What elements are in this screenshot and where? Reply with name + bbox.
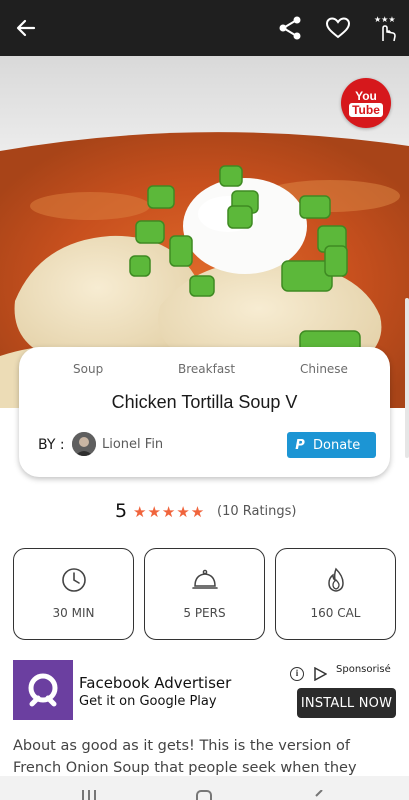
author-name[interactable]: Lionel Fin <box>102 437 163 452</box>
ad-app-logo[interactable] <box>13 660 73 720</box>
ad-info-icon[interactable]: i <box>290 667 304 681</box>
rating-count: (10 Ratings) <box>217 504 297 519</box>
clock-icon <box>62 568 86 592</box>
scroll-indicator <box>405 298 409 458</box>
youtube-button[interactable]: You Tube <box>341 78 391 128</box>
recipe-title: Chicken Tortilla Soup V <box>111 392 298 412</box>
heart-icon <box>325 17 351 39</box>
install-now-button[interactable]: INSTALL NOW <box>297 688 396 718</box>
recent-apps-icon[interactable] <box>80 790 98 800</box>
donate-button[interactable]: P Donate <box>287 432 376 458</box>
youtube-logo-text: You <box>355 88 377 103</box>
stat-time: 30 MIN <box>13 548 134 640</box>
hand-stars-icon: ★★★ <box>374 15 396 42</box>
recipe-info-card: Soup Breakfast Chinese Chicken Tortilla … <box>19 347 390 477</box>
rating-stars[interactable]: ★★★★★ <box>133 503 205 521</box>
youtube-logo-text-tube: Tube <box>349 102 383 117</box>
tag-soup[interactable]: Soup <box>73 362 103 376</box>
ad-subtitle: Get it on Google Play <box>79 694 217 709</box>
tag-chinese[interactable]: Chinese <box>300 362 348 376</box>
rate-button[interactable]: ★★★ <box>372 14 400 42</box>
top-app-bar: ★★★ <box>0 0 409 56</box>
favorite-button[interactable] <box>324 14 352 42</box>
by-label: BY : <box>38 437 65 453</box>
serving-cloche-icon <box>192 569 218 589</box>
stat-servings: 5 PERS <box>144 548 265 640</box>
stat-servings-label: 5 PERS <box>183 606 226 620</box>
recipe-description: About as good as it gets! This is the ve… <box>13 738 357 776</box>
share-icon <box>279 16 301 40</box>
home-icon[interactable] <box>195 790 213 800</box>
sponsored-ad[interactable]: Facebook Advertiser Get it on Google Pla… <box>0 660 409 722</box>
stat-calories: 160 CAL <box>275 548 396 640</box>
author-photo <box>72 432 96 456</box>
flame-icon <box>328 567 344 592</box>
ad-choices-icon[interactable] <box>313 667 327 681</box>
system-navigation-bar <box>0 776 409 800</box>
avatar[interactable] <box>72 432 96 456</box>
share-button[interactable] <box>276 14 304 42</box>
tag-breakfast[interactable]: Breakfast <box>178 362 235 376</box>
stat-time-label: 30 MIN <box>52 606 95 620</box>
back-nav-icon[interactable] <box>312 790 326 800</box>
rating-value: 5 <box>115 500 128 522</box>
ad-logo-icon <box>28 673 58 707</box>
stat-calories-label: 160 CAL <box>310 606 361 620</box>
paypal-icon: P <box>295 437 305 453</box>
svg-text:★★★: ★★★ <box>374 15 396 24</box>
arrow-left-icon <box>16 19 36 37</box>
ad-title[interactable]: Facebook Advertiser <box>79 674 231 692</box>
sponsored-label: Sponsorisé <box>336 664 391 675</box>
back-button[interactable] <box>12 14 40 42</box>
donate-label: Donate <box>313 437 361 453</box>
